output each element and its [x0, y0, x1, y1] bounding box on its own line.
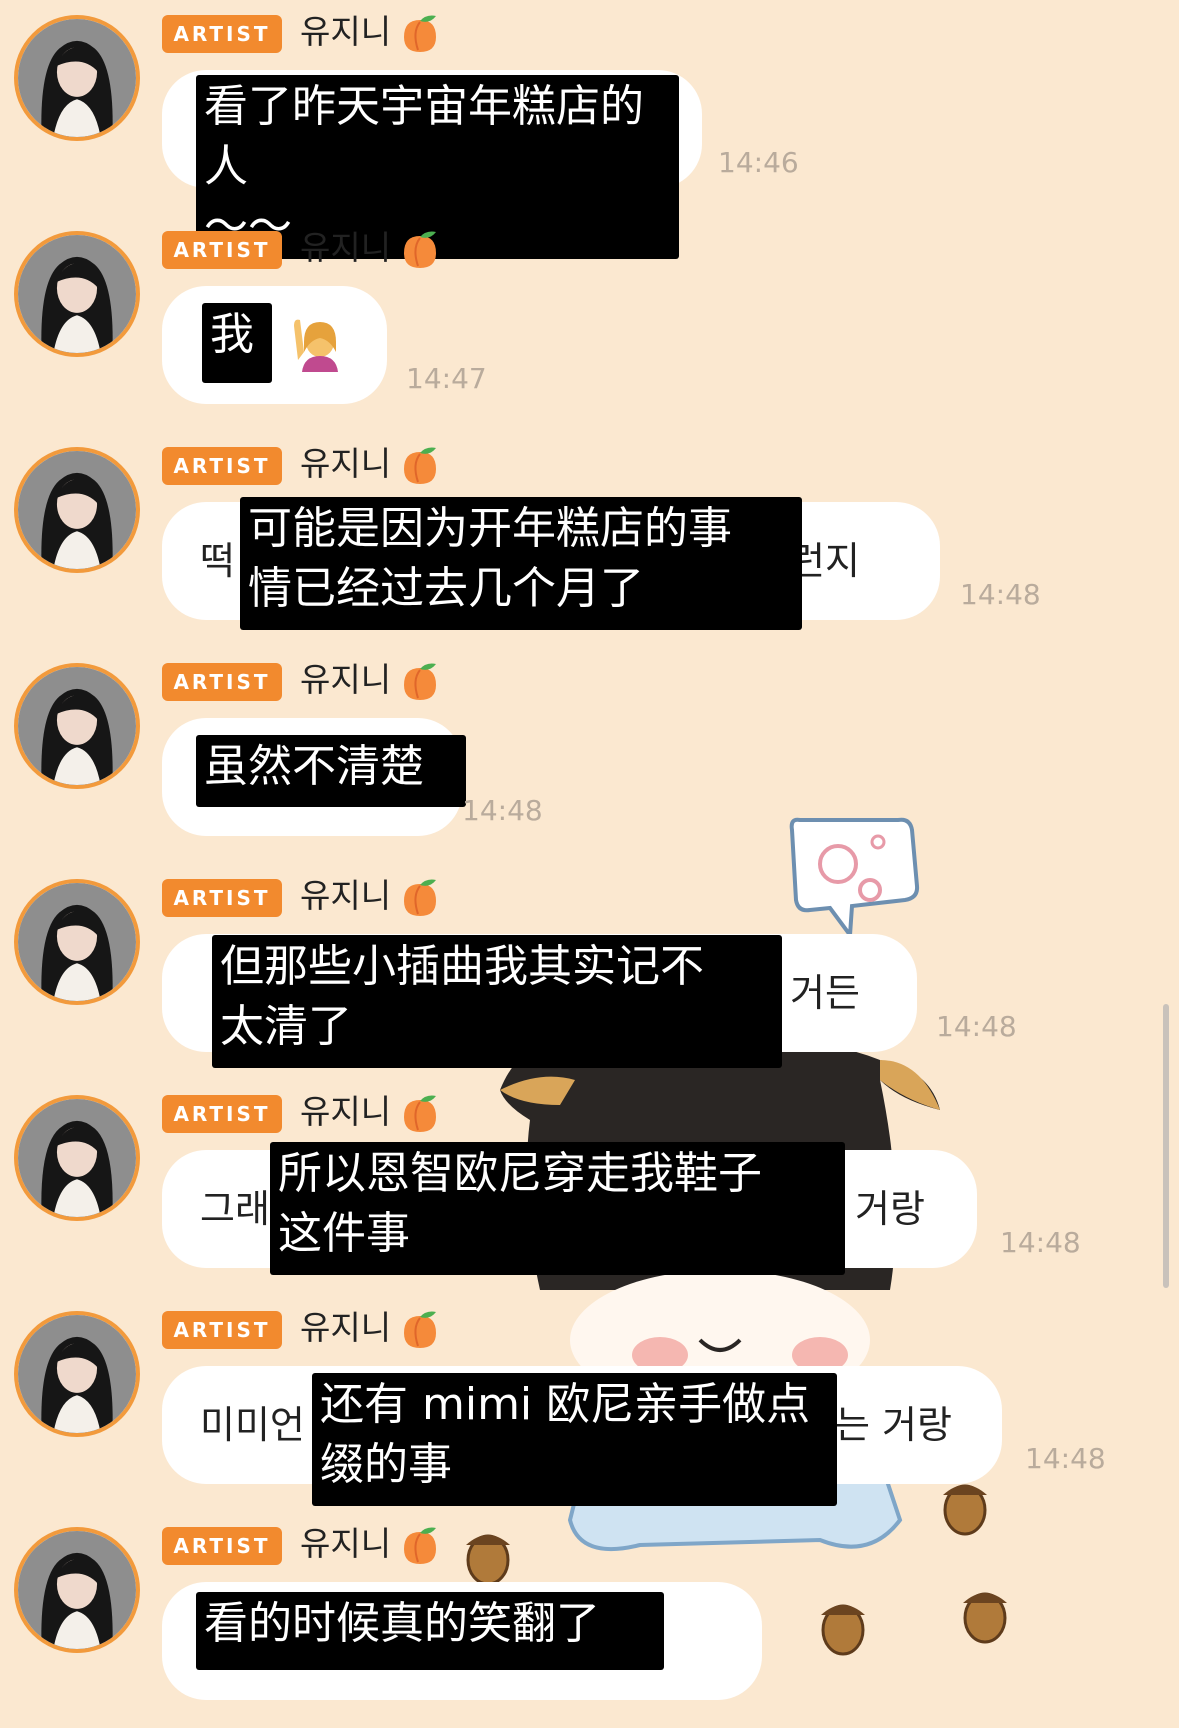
artist-badge: ARTIST	[162, 231, 282, 269]
avatar[interactable]	[14, 447, 140, 573]
avatar[interactable]	[14, 663, 140, 789]
korean-text-right: 거랑	[855, 1187, 925, 1231]
korean-text-right: 거든	[790, 971, 860, 1015]
chat-message: ARTIST 유지니 떡 런지 可能是因为开年糕店的事 情已经过去几个月了 14…	[0, 432, 1179, 648]
artist-badge: ARTIST	[162, 663, 282, 701]
korean-text-left: 미미언	[200, 1403, 305, 1447]
avatar[interactable]	[14, 1527, 140, 1653]
chat-message: ARTIST 유지니 看的时候真的笑翻了	[0, 1512, 1179, 1728]
chat-message: ARTIST 유지니 그래 거랑 所以恩智欧尼穿走我鞋子 这件事 14:48	[0, 1080, 1179, 1296]
korean-text-right: 는 거랑	[835, 1403, 952, 1447]
translation-overlay: 可能是因为开年糕店的事 情已经过去几个月了	[240, 497, 802, 630]
profile-photo	[18, 19, 136, 137]
translation-overlay: 但那些小插曲我其实记不 太清了	[212, 935, 782, 1068]
avatar[interactable]	[14, 1095, 140, 1221]
peach-emoji-icon	[404, 1527, 436, 1564]
artist-badge: ARTIST	[162, 447, 282, 485]
chat-message: ARTIST 유지니 看了昨天宇宙年糕店的人 ～～ 14:46	[0, 0, 1179, 259]
translation-overlay: 所以恩智欧尼穿走我鞋子 这件事	[270, 1142, 845, 1275]
profile-photo	[18, 1099, 136, 1217]
message-timestamp: 14:48	[1000, 1226, 1081, 1259]
sender-name[interactable]: 유지니	[300, 1090, 391, 1134]
message-timestamp: 14:48	[936, 1010, 1017, 1043]
sender-name[interactable]: 유지니	[300, 10, 391, 54]
profile-photo	[18, 451, 136, 569]
translation-overlay: 虽然不清楚	[196, 735, 466, 807]
message-bubble[interactable]	[162, 286, 387, 404]
avatar[interactable]	[14, 1311, 140, 1437]
korean-text-left: 떡	[200, 539, 235, 583]
profile-photo	[18, 667, 136, 785]
artist-badge: ARTIST	[162, 1527, 282, 1565]
message-timestamp: 14:48	[462, 794, 543, 827]
profile-photo	[18, 883, 136, 1001]
avatar[interactable]	[14, 879, 140, 1005]
sender-name[interactable]: 유지니	[300, 1522, 391, 1566]
translation-overlay: 还有 mimi 欧尼亲手做点 缀的事	[312, 1373, 837, 1506]
raising-hand-emoji-icon	[294, 319, 338, 372]
sender-name[interactable]: 유지니	[300, 226, 391, 270]
artist-badge: ARTIST	[162, 1095, 282, 1133]
peach-emoji-icon	[404, 231, 436, 268]
message-timestamp: 14:48	[1025, 1442, 1106, 1475]
translation-overlay: 看的时候真的笑翻了	[196, 1592, 664, 1670]
avatar[interactable]	[14, 231, 140, 357]
message-timestamp: 14:47	[406, 362, 487, 395]
translation-overlay: 我	[202, 303, 272, 383]
profile-photo	[18, 1315, 136, 1433]
peach-emoji-icon	[404, 879, 436, 916]
sender-name[interactable]: 유지니	[300, 442, 391, 486]
sender-name[interactable]: 유지니	[300, 1306, 391, 1350]
peach-emoji-icon	[404, 447, 436, 484]
sender-name[interactable]: 유지니	[300, 874, 391, 918]
chat-message: ARTIST 유지니 虽然不清楚 14:48	[0, 648, 1179, 864]
peach-emoji-icon	[404, 15, 436, 52]
korean-text-left: 그래	[200, 1187, 270, 1231]
profile-photo	[18, 1531, 136, 1649]
chat-message: ARTIST 유지니 미미언 는 거랑 还有 mimi 欧尼亲手做点 缀的事 1…	[0, 1296, 1179, 1512]
profile-photo	[18, 235, 136, 353]
peach-emoji-icon	[404, 1311, 436, 1348]
message-timestamp: 14:48	[960, 578, 1041, 611]
chat-message: ARTIST 유지니 我 14:47	[0, 216, 1179, 432]
artist-badge: ARTIST	[162, 15, 282, 53]
sender-name[interactable]: 유지니	[300, 658, 391, 702]
message-timestamp: 14:46	[718, 146, 799, 179]
avatar[interactable]	[14, 15, 140, 141]
chat-message: ARTIST 유지니 거든 但那些小插曲我其实记不 太清了 14:48	[0, 864, 1179, 1080]
peach-emoji-icon	[404, 663, 436, 700]
peach-emoji-icon	[404, 1095, 436, 1132]
artist-badge: ARTIST	[162, 1311, 282, 1349]
artist-badge: ARTIST	[162, 879, 282, 917]
